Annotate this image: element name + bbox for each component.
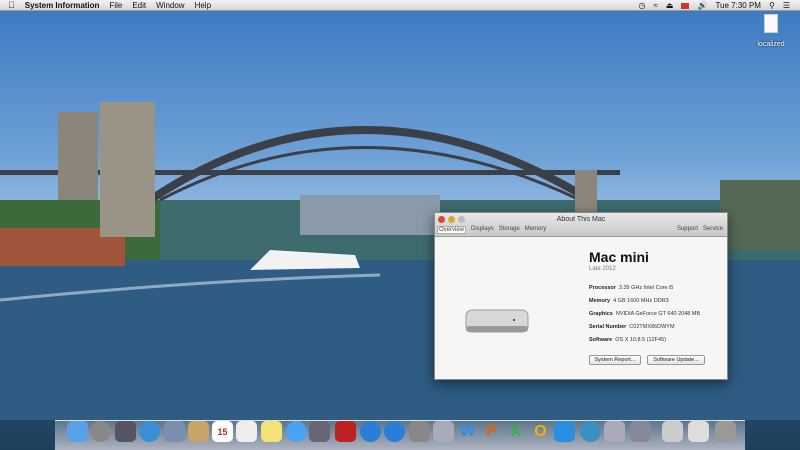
eject-icon[interactable]: ⏏ (666, 1, 674, 10)
wifi-icon[interactable]: ≈ (654, 1, 658, 10)
tab-overview[interactable]: Overview (437, 226, 467, 234)
dock-app-store-icon[interactable] (384, 421, 405, 442)
dock-reminders-icon[interactable] (236, 421, 257, 442)
dock-remote-desktop-icon[interactable] (433, 421, 454, 442)
dock-finder-icon[interactable] (67, 421, 88, 442)
dock-messages-icon[interactable] (286, 421, 307, 442)
apple-menu-icon[interactable]:  (8, 0, 15, 10)
mac-mini-image (465, 309, 529, 333)
tab-support[interactable]: Support (677, 226, 698, 232)
dock-notes-icon[interactable] (261, 421, 282, 442)
dock-mail-icon[interactable] (688, 421, 709, 442)
tab-memory[interactable]: Memory (525, 226, 547, 234)
menu-app-name[interactable]: System Information (25, 1, 100, 10)
spec-software: Software OS X 10.8.5 (12F45) (589, 337, 666, 343)
system-report-button[interactable]: System Report... (589, 355, 641, 365)
desktop-file-localized[interactable]: localized (754, 14, 788, 51)
software-update-button[interactable]: Software Update... (647, 355, 705, 365)
desktop-file-label: localized (757, 41, 785, 48)
dock-system-preferences-icon[interactable] (409, 421, 430, 442)
window-title: About This Mac (556, 216, 606, 223)
dock-network-icon[interactable] (580, 421, 601, 442)
spec-graphics: Graphics NVIDIA GeForce GT 640 2048 MB (589, 311, 701, 317)
dock-excel-icon[interactable]: X (505, 421, 526, 442)
dock-lync-icon[interactable] (554, 421, 575, 442)
model-name: Mac mini (589, 249, 649, 265)
dock-remote-desktop-2-icon[interactable] (604, 421, 625, 442)
volume-icon[interactable]: 🔊 (697, 1, 707, 10)
tab-displays[interactable]: Displays (471, 226, 494, 234)
dock-facetime-icon[interactable] (309, 421, 330, 442)
dock-powerpoint-icon[interactable]: P (481, 421, 502, 442)
dock-itunes-icon[interactable] (360, 421, 381, 442)
model-year: Late 2012 (589, 266, 616, 272)
time-machine-icon[interactable]: ◷ (639, 1, 646, 10)
dock-utilities-icon[interactable] (662, 421, 683, 442)
window-titlebar[interactable]: About This Mac Overview Displays Storage… (435, 213, 727, 237)
spec-serial-number: Serial Number C02TMX86DWYM (589, 324, 675, 330)
menu-window[interactable]: Window (156, 1, 184, 10)
dock-word-icon[interactable]: W (457, 421, 478, 442)
menu-help[interactable]: Help (195, 1, 211, 10)
spotlight-icon[interactable]: ⚲ (769, 1, 775, 10)
dock-contacts-icon[interactable] (188, 421, 209, 442)
dock-keychain-icon[interactable] (630, 421, 651, 442)
dock-outlook-icon[interactable]: O (530, 421, 551, 442)
dock-launchpad-icon[interactable] (90, 421, 111, 442)
clock[interactable]: Tue 7:30 PM (715, 1, 761, 10)
input-source-flag-icon[interactable] (681, 2, 690, 9)
dock-safari-icon[interactable] (139, 421, 160, 442)
about-this-mac-window: About This Mac Overview Displays Storage… (434, 212, 728, 380)
spec-memory: Memory 4 GB 1600 MHz DDR3 (589, 298, 669, 304)
dock-photo-booth-icon[interactable] (335, 421, 356, 442)
dock-dashboard-icon[interactable] (115, 421, 136, 442)
dock-trash-icon[interactable] (715, 421, 736, 442)
document-icon (764, 14, 778, 33)
menu-file[interactable]: File (109, 1, 122, 10)
menu-edit[interactable]: Edit (132, 1, 146, 10)
tab-storage[interactable]: Storage (499, 226, 520, 234)
dock-preview-icon[interactable] (164, 421, 185, 442)
dock-calendar-icon[interactable]: 15 (212, 421, 233, 442)
tab-service[interactable]: Service (703, 226, 723, 232)
notification-center-icon[interactable]: ☰ (783, 1, 790, 10)
spec-processor: Processor 3.39 GHz Intel Core i5 (589, 285, 674, 291)
menu-bar:  System Information File Edit Window He… (0, 0, 800, 11)
